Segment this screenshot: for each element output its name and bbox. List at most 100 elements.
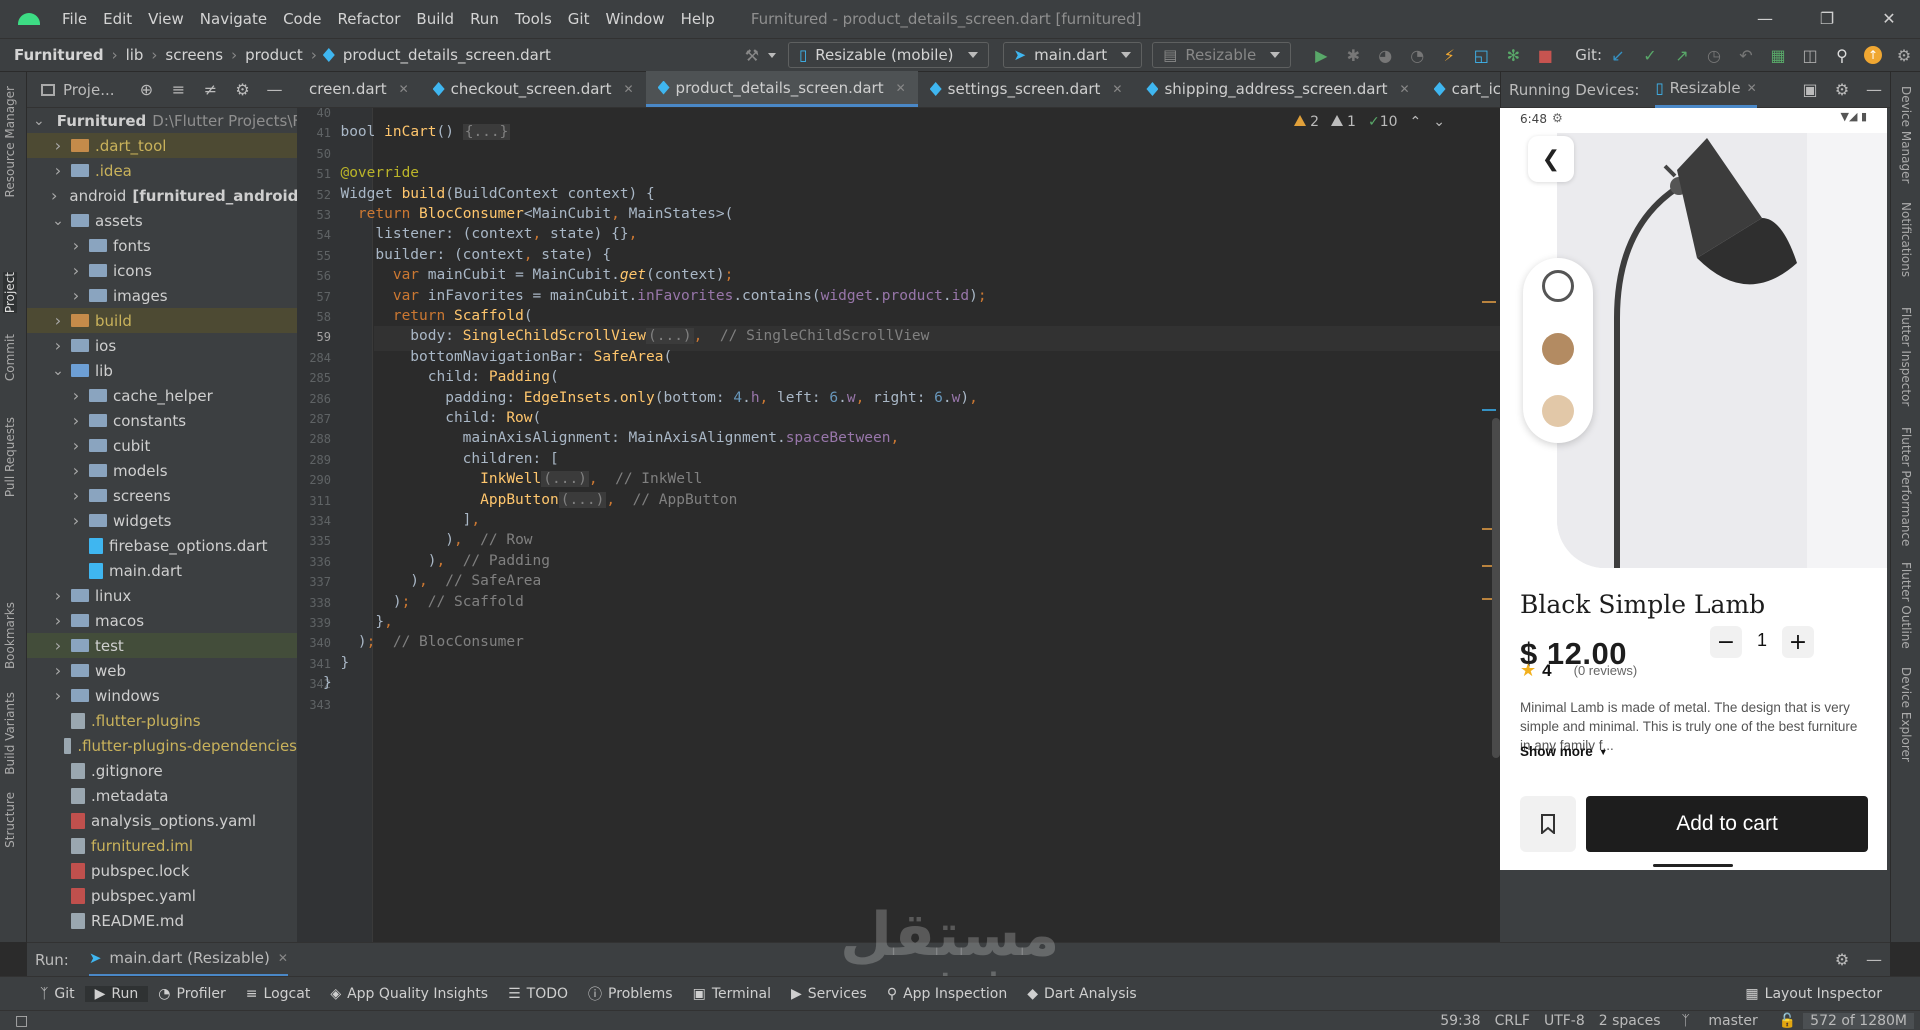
apply-changes-icon[interactable]: ◱ (1471, 45, 1491, 65)
tree-item[interactable]: › android [furnitured_android] (27, 183, 297, 208)
device-selector[interactable]: ▯ Resizable (mobile) (787, 42, 989, 68)
close-tab-icon[interactable]: ✕ (399, 82, 409, 96)
decrease-quantity-button[interactable]: − (1710, 626, 1742, 658)
tree-item[interactable]: .gitignore (27, 758, 297, 783)
git-branch[interactable]: ᛉ master (1668, 1013, 1772, 1029)
code-line[interactable]: body: SingleChildScrollView (...), // Sin… (323, 328, 929, 345)
stop-icon[interactable]: ■ (1535, 45, 1555, 65)
tree-item[interactable]: ⌄ Furnitured D:\Flutter Projects\F (27, 108, 297, 133)
code-line[interactable]: return BlocConsumer<MainCubit, MainState… (323, 206, 733, 222)
tree-item[interactable]: › fonts (27, 233, 297, 258)
chevron-right-icon[interactable]: › (51, 136, 65, 155)
chevron-right-icon[interactable]: › (51, 686, 65, 705)
color-option-brown[interactable] (1542, 333, 1574, 365)
target-selector[interactable]: ▤ Resizable (1152, 42, 1292, 68)
breadcrumb-project[interactable]: Furnitured (12, 46, 106, 64)
update-icon[interactable]: ↑ (1864, 46, 1882, 64)
close-window-icon[interactable]: ✕ (1858, 0, 1920, 38)
next-highlight-icon[interactable]: ⌄ (1433, 114, 1445, 130)
code-line[interactable]: children: [ (323, 451, 559, 467)
lock-icon[interactable]: 🔓 (1772, 1013, 1803, 1029)
code-line[interactable]: @override (323, 165, 419, 181)
run-config-selector[interactable]: ➤ main.dart (1002, 42, 1143, 68)
code-line[interactable]: bottomNavigationBar: SafeArea( (323, 349, 672, 365)
tree-item[interactable]: README.md (27, 908, 297, 933)
breadcrumb-file[interactable]: product_details_screen.dart (341, 46, 553, 64)
file-encoding[interactable]: UTF-8 (1537, 1013, 1592, 1029)
git-push-icon[interactable]: ↗ (1672, 45, 1692, 65)
menu-git[interactable]: Git (560, 10, 598, 28)
tab-settings-screen[interactable]: settings_screen.dart ✕ (918, 71, 1135, 107)
indent-setting[interactable]: 2 spaces (1592, 1013, 1668, 1029)
tree-item[interactable]: › constants (27, 408, 297, 433)
breadcrumb-lib[interactable]: lib (124, 46, 146, 64)
menu-window[interactable]: Window (597, 10, 672, 28)
expand-all-icon[interactable]: ≡ (169, 80, 189, 100)
tree-item[interactable]: analysis_options.yaml (27, 808, 297, 833)
code-line[interactable]: var mainCubit = MainCubit.get(context); (323, 267, 734, 283)
tree-item[interactable]: › .dart_tool (27, 133, 297, 158)
color-option-beige[interactable] (1542, 395, 1574, 427)
chevron-right-icon[interactable]: › (51, 586, 65, 605)
bookmarks-tab[interactable]: Bookmarks (3, 602, 17, 669)
devices-settings-gear-icon[interactable]: ⚙ (1832, 80, 1852, 100)
line-ending[interactable]: CRLF (1488, 1013, 1537, 1029)
code-line[interactable]: child: Padding( (323, 369, 559, 385)
chevron-right-icon[interactable]: › (69, 386, 83, 405)
code-line[interactable]: }, (323, 614, 392, 630)
tool-layout-inspector[interactable]: ▦ Layout Inspector (1735, 986, 1892, 1002)
tree-item[interactable]: › windows (27, 683, 297, 708)
caret-position[interactable]: 59:38 (1433, 1013, 1487, 1029)
tree-item[interactable]: › widgets (27, 508, 297, 533)
phone-screen[interactable]: 6:48 ⚙ ▼◢ ▮ ❮ Black Simple Lamb $ 12.00 … (1500, 108, 1887, 942)
minimize-icon[interactable]: — (1734, 0, 1796, 38)
chevron-right-icon[interactable]: › (69, 261, 83, 280)
chevron-down-icon[interactable]: ⌄ (51, 363, 65, 379)
chevron-right-icon[interactable]: › (51, 311, 65, 330)
code-line[interactable]: builder: (context, state) { (323, 247, 611, 263)
code-line[interactable]: InkWell (...), // InkWell (323, 471, 702, 488)
device-emulator[interactable]: 6:48 ⚙ ▼◢ ▮ ❮ Black Simple Lamb $ 12.00 … (1500, 108, 1887, 942)
tool-problems[interactable]: ⓘ Problems (578, 984, 683, 1004)
tree-item[interactable]: › .idea (27, 158, 297, 183)
chevron-right-icon[interactable]: › (69, 511, 83, 530)
tree-item[interactable]: ⌄ lib (27, 358, 297, 383)
back-button[interactable]: ❮ (1528, 136, 1574, 182)
tree-item[interactable]: › ios (27, 333, 297, 358)
menu-build[interactable]: Build (408, 10, 462, 28)
add-to-cart-button[interactable]: Add to cart (1586, 796, 1868, 852)
sdk-manager-icon[interactable]: ◫ (1800, 45, 1820, 65)
show-more-button[interactable]: Show more ▼ (1520, 744, 1608, 759)
tool-run[interactable]: ▶ Run (84, 985, 149, 1002)
tree-item[interactable]: .flutter-plugins (27, 708, 297, 733)
tool-app-quality-insights[interactable]: ◈ App Quality Insights (320, 986, 498, 1002)
tab-product-details-screen[interactable]: product_details_screen.dart ✕ (645, 71, 918, 107)
chevron-right-icon[interactable]: › (51, 636, 65, 655)
device-explorer-tab[interactable]: Device Explorer (1899, 667, 1913, 762)
restore-icon[interactable]: ❐ (1796, 0, 1858, 38)
tree-item[interactable]: pubspec.lock (27, 858, 297, 883)
previous-highlight-icon[interactable]: ⌃ (1410, 114, 1422, 130)
flutter-inspector-tab[interactable]: Flutter Inspector (1899, 307, 1913, 406)
bookmark-button[interactable] (1520, 796, 1576, 852)
coverage-icon[interactable]: ◕ (1375, 45, 1395, 65)
tree-item[interactable]: › cache_helper (27, 383, 297, 408)
tree-item[interactable]: › images (27, 283, 297, 308)
inspection-widget[interactable]: 2 1 ✓10 ⌃ ⌄ (1294, 114, 1445, 130)
resource-manager-tab[interactable]: Resource Manager (3, 86, 17, 197)
device-manager-icon[interactable]: ▦ (1768, 45, 1788, 65)
chevron-right-icon[interactable]: › (69, 236, 83, 255)
code-line[interactable]: } (323, 655, 349, 671)
profile-icon[interactable]: ◔ (1407, 45, 1427, 65)
hide-run-panel-icon[interactable]: — (1864, 950, 1884, 970)
code-line[interactable]: ); // Scaffold (323, 594, 524, 610)
breadcrumb-product[interactable]: product (243, 46, 305, 64)
settings-gear-icon[interactable]: ⚙ (1894, 45, 1914, 65)
code-line[interactable]: } (323, 675, 332, 691)
close-tab-icon[interactable]: ✕ (623, 82, 633, 96)
tree-item[interactable]: › icons (27, 258, 297, 283)
tree-item[interactable]: pubspec.yaml (27, 883, 297, 908)
close-tab-icon[interactable]: ✕ (896, 81, 906, 95)
git-rollback-icon[interactable]: ↶ (1736, 45, 1756, 65)
flutter-outline-tab[interactable]: Flutter Outline (1899, 562, 1913, 649)
